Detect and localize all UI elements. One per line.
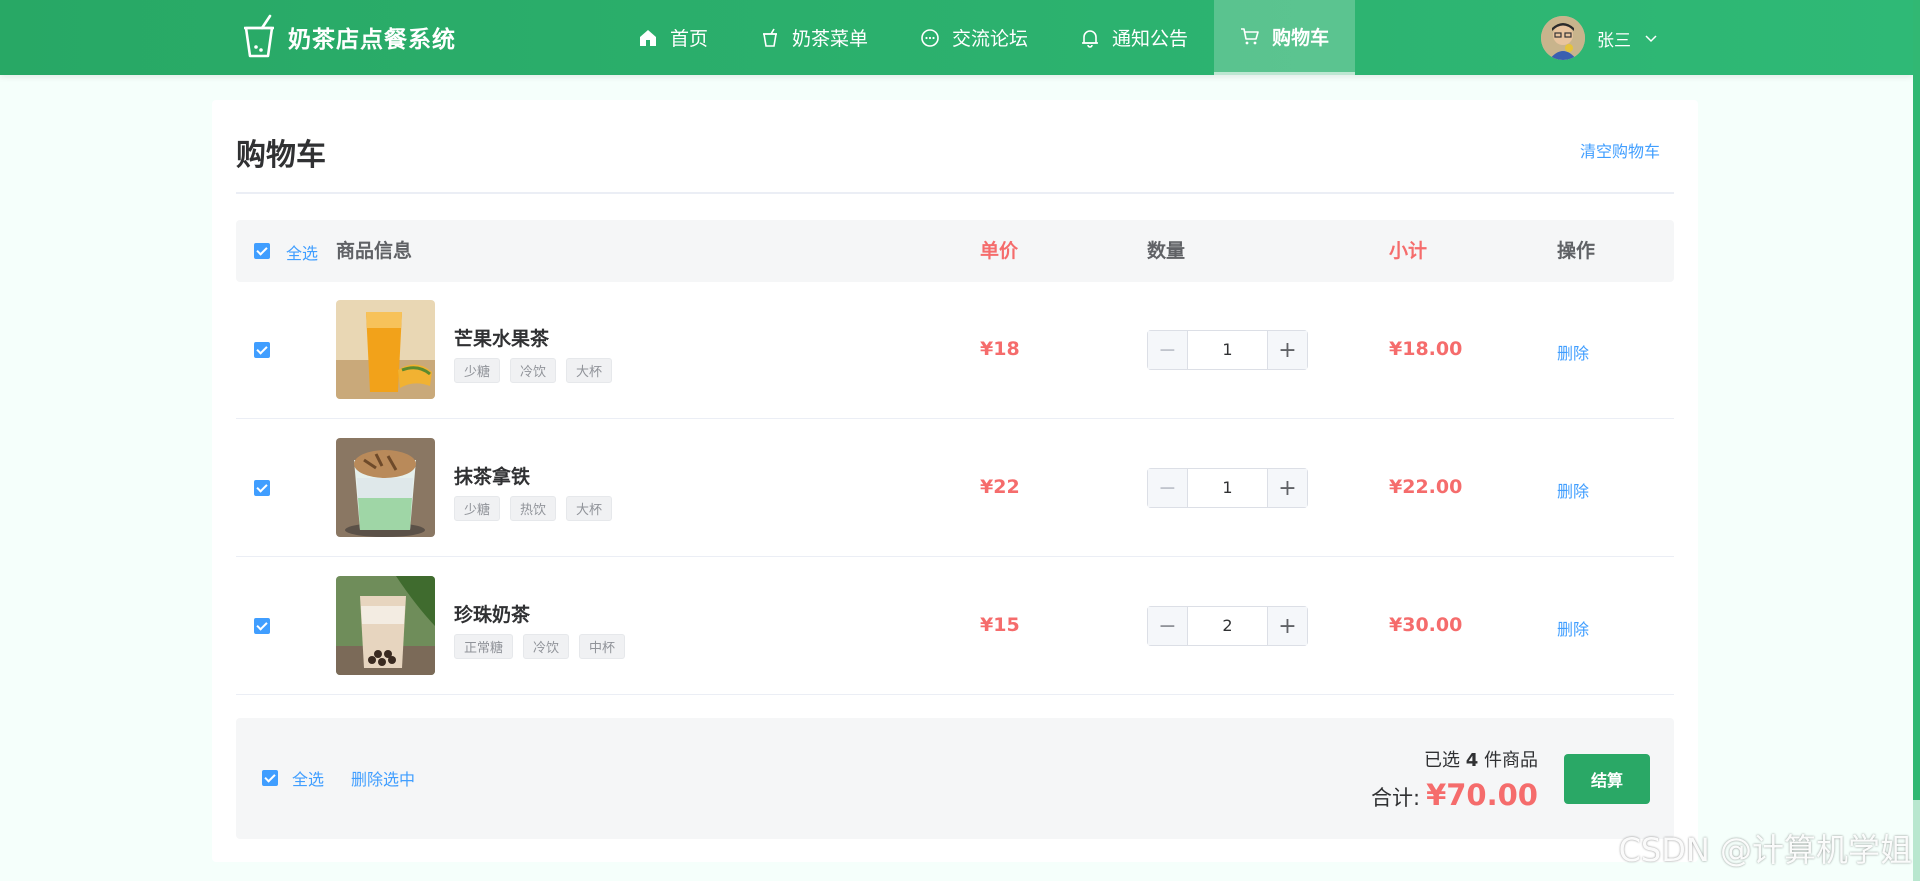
nav-item-forum[interactable]: 交流论坛	[894, 0, 1054, 75]
item-subtotal: ¥22.00	[1389, 476, 1463, 498]
footer-select-all-label[interactable]: 全选	[292, 766, 324, 790]
delete-item-button[interactable]: 删除	[1557, 616, 1589, 640]
decrease-quantity-button[interactable]: −	[1148, 607, 1188, 645]
product-tags: 少糖 冷饮 大杯	[454, 358, 622, 383]
clear-cart-link[interactable]: 清空购物车	[1580, 138, 1660, 162]
total-label: 合计:	[1371, 786, 1421, 810]
column-header-price: 单价	[980, 240, 1019, 262]
product-tags: 正常糖 冷饮 中杯	[454, 634, 635, 659]
select-all-checkbox[interactable]	[254, 243, 270, 259]
page-scrollbar[interactable]	[1913, 0, 1920, 881]
watermark: CSDN @计算机学姐	[1618, 831, 1912, 869]
column-header-qty: 数量	[1147, 240, 1186, 262]
order-total: 合计: ¥70.00	[1371, 778, 1538, 812]
cup-icon	[760, 28, 780, 48]
decrease-quantity-button[interactable]: −	[1148, 331, 1188, 369]
nav-item-label: 首页	[670, 28, 709, 50]
increase-quantity-button[interactable]: +	[1267, 607, 1307, 645]
increase-quantity-button[interactable]: +	[1267, 469, 1307, 507]
cart-summary-bar: 全选 删除选中 已选 4 件商品 合计: ¥70.00 结算	[236, 718, 1674, 839]
cart-table-header: 全选 商品信息 单价 数量 小计 操作	[236, 220, 1674, 282]
column-header-info: 商品信息	[336, 240, 413, 262]
scrollbar-thumb[interactable]	[1913, 0, 1920, 800]
cart-row: 珍珠奶茶 正常糖 冷饮 中杯 ¥15 − 2 + ¥30.00 删除	[236, 558, 1674, 695]
product-name[interactable]: 珍珠奶茶	[454, 600, 530, 627]
cart-row: 抹茶拿铁 少糖 热饮 大杯 ¥22 − 1 + ¥22.00 删除	[236, 420, 1674, 557]
checkout-button[interactable]: 结算	[1564, 754, 1650, 804]
quantity-stepper: − 1 +	[1147, 330, 1308, 370]
user-name: 张三	[1597, 30, 1631, 51]
footer-select-all-checkbox[interactable]	[262, 770, 278, 786]
product-image[interactable]	[336, 576, 435, 675]
item-checkbox[interactable]	[254, 618, 270, 634]
selected-count: 已选 4 件商品	[1424, 746, 1538, 772]
nav-item-cart[interactable]: 购物车	[1214, 0, 1356, 75]
app-title: 奶茶店点餐系统	[288, 27, 456, 53]
quantity-stepper: − 1 +	[1147, 468, 1308, 508]
delete-selected-button[interactable]: 删除选中	[351, 766, 415, 790]
increase-quantity-button[interactable]: +	[1267, 331, 1307, 369]
cart-icon	[1240, 26, 1260, 46]
quantity-input[interactable]: 2	[1188, 607, 1267, 645]
avatar	[1541, 16, 1585, 60]
unit-price: ¥22	[980, 476, 1020, 498]
title-divider	[236, 192, 1674, 194]
item-checkbox[interactable]	[254, 342, 270, 358]
delete-item-button[interactable]: 删除	[1557, 478, 1589, 502]
product-tag: 大杯	[566, 496, 613, 521]
nav-item-menu[interactable]: 奶茶菜单	[734, 0, 894, 75]
total-value: ¥70.00	[1426, 778, 1538, 812]
chevron-down-icon	[1645, 28, 1657, 48]
quantity-input[interactable]: 1	[1188, 331, 1267, 369]
product-name[interactable]: 抹茶拿铁	[454, 462, 530, 489]
product-image[interactable]	[336, 300, 435, 399]
item-subtotal: ¥30.00	[1389, 614, 1463, 636]
nav-item-label: 购物车	[1272, 26, 1330, 49]
product-tag: 热饮	[510, 496, 557, 521]
user-menu[interactable]: 张三	[1541, 16, 1657, 60]
product-tag: 中杯	[579, 634, 626, 659]
product-tag: 大杯	[566, 358, 613, 383]
column-header-action: 操作	[1557, 240, 1596, 262]
item-subtotal: ¥18.00	[1389, 338, 1463, 360]
page-title: 购物车	[236, 138, 326, 173]
bubble-tea-logo-icon	[244, 14, 274, 58]
nav-item-label: 通知公告	[1112, 28, 1189, 50]
nav-item-home[interactable]: 首页	[612, 0, 734, 75]
quantity-input[interactable]: 1	[1188, 469, 1267, 507]
product-tag: 少糖	[454, 496, 501, 521]
product-tag: 冷饮	[523, 634, 570, 659]
quantity-stepper: − 2 +	[1147, 606, 1308, 646]
bell-icon	[1080, 28, 1100, 48]
select-all-label[interactable]: 全选	[286, 240, 318, 264]
product-tag: 冷饮	[510, 358, 557, 383]
product-tags: 少糖 热饮 大杯	[454, 496, 622, 521]
home-icon	[638, 28, 658, 48]
selected-count-suffix: 件商品	[1478, 750, 1538, 771]
cart-panel: 购物车 清空购物车 全选 商品信息 单价 数量 小计 操作 芒果水果茶 少糖 冷…	[212, 100, 1698, 862]
decrease-quantity-button[interactable]: −	[1148, 469, 1188, 507]
product-name[interactable]: 芒果水果茶	[454, 324, 549, 351]
main-nav: 首页 奶茶菜单 交流论坛 通知公告 购物车	[612, 0, 1356, 75]
unit-price: ¥15	[980, 614, 1020, 636]
delete-item-button[interactable]: 删除	[1557, 340, 1589, 364]
nav-item-notice[interactable]: 通知公告	[1054, 0, 1214, 75]
nav-item-label: 奶茶菜单	[792, 28, 869, 50]
cart-row: 芒果水果茶 少糖 冷饮 大杯 ¥18 − 1 + ¥18.00 删除	[236, 282, 1674, 419]
selected-count-prefix: 已选	[1424, 750, 1466, 771]
app-logo[interactable]: 奶茶店点餐系统	[240, 14, 456, 60]
column-header-subtotal: 小计	[1389, 240, 1428, 262]
product-image[interactable]	[336, 438, 435, 537]
nav-item-label: 交流论坛	[952, 28, 1029, 50]
product-tag: 少糖	[454, 358, 501, 383]
selected-count-value: 4	[1465, 750, 1479, 771]
item-checkbox[interactable]	[254, 480, 270, 496]
product-tag: 正常糖	[454, 634, 514, 659]
chat-icon	[920, 28, 940, 48]
unit-price: ¥18	[980, 338, 1020, 360]
top-navbar: 奶茶店点餐系统 首页 奶茶菜单 交流论坛 通知公告 购物车 张三	[0, 0, 1913, 75]
